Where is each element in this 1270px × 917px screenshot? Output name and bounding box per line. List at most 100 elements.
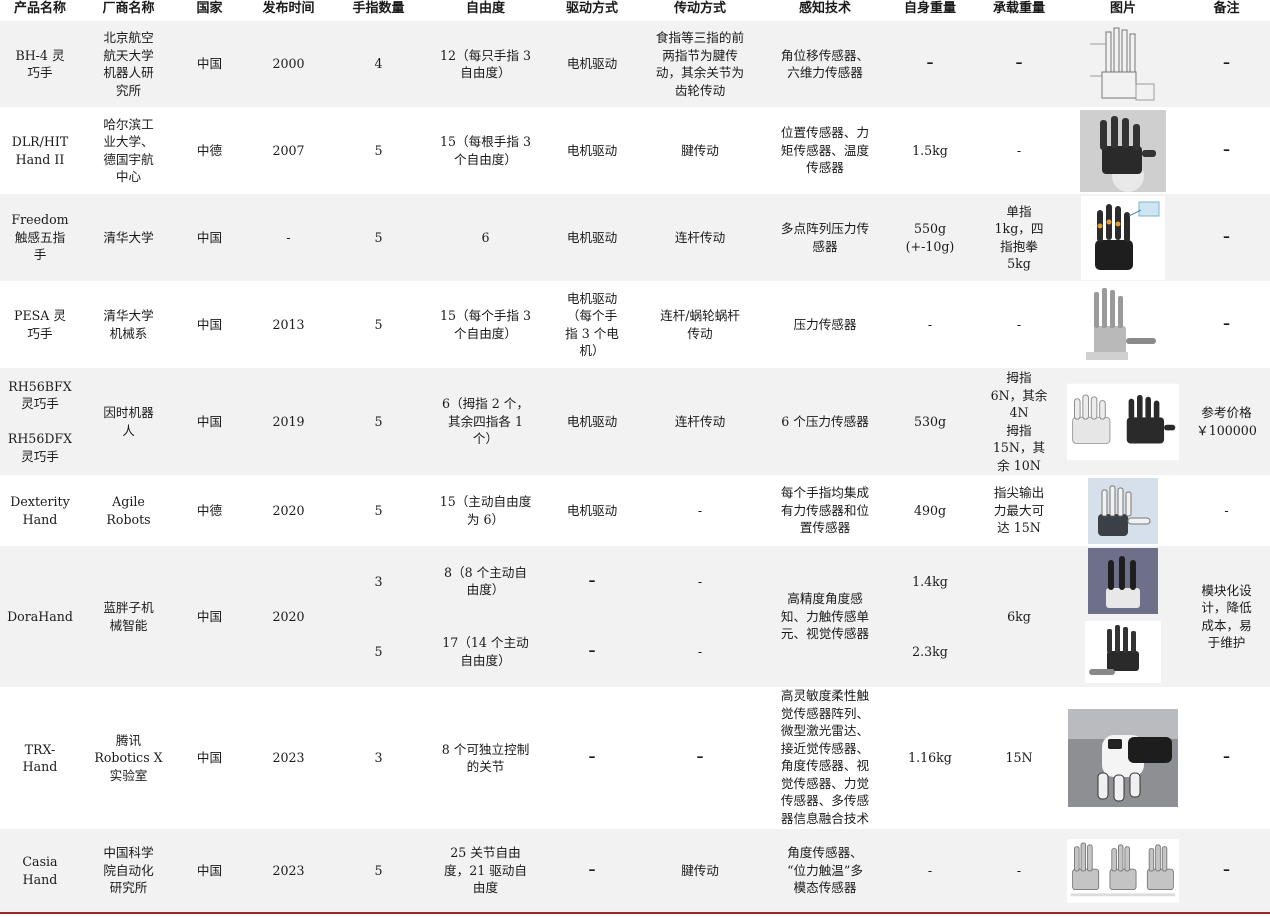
table-row: DLR/HIT Hand II 哈尔滨工 业大学、 德国宇航 中心 中德 200…: [0, 107, 1270, 194]
cell-weight-b: 2.3kg: [912, 644, 948, 659]
header-drive: 驱动方式: [565, 1, 618, 16]
cell-image: [1063, 194, 1183, 281]
cell-note: –: [1223, 55, 1230, 72]
cell-fingers: 5: [374, 316, 383, 332]
header-country: 国家: [196, 1, 223, 16]
cell-image: [1063, 475, 1183, 546]
cell-year: 2023: [272, 750, 305, 766]
cell-country: 中国: [196, 608, 223, 624]
cell-weight: 530g: [913, 413, 947, 429]
cell-fingers: 5: [374, 229, 383, 245]
cell-drive: 电机驱动: [566, 229, 618, 245]
table-row: DoraHand 蓝胖子机 械智能 中国 2020 3 5 8（8 个主动自 由…: [0, 546, 1270, 687]
cell-year: 2020: [272, 608, 305, 624]
cell-sensing: 位置传感器、力 矩传感器、温度 传感器: [780, 125, 870, 176]
cell-sensing: 每个手指均集成 有力传感器和位 置传感器: [780, 485, 870, 536]
cell-drive-b: –: [588, 643, 596, 659]
cell-maker: 因时机器 人: [103, 405, 154, 438]
cell-sensing: 角度传感器、 “位力触温”多 模态传感器: [787, 845, 863, 896]
cell-fingers: 5: [374, 142, 383, 158]
header-year: 发布时间: [262, 1, 315, 16]
header-transmission: 传动方式: [673, 1, 726, 16]
cell-image: [1063, 687, 1183, 829]
cell-drive: –: [588, 861, 596, 878]
cell-sensing: 压力传感器: [793, 316, 857, 332]
cell-note: –: [1223, 228, 1230, 245]
cell-drive: 电机驱动: [566, 413, 618, 429]
cell-fingers: 3 5: [335, 546, 422, 687]
cell-dof-b: 17（14 个主动 自由度）: [442, 635, 529, 668]
cell-weight: -: [927, 316, 933, 332]
header-note: 备注: [1213, 1, 1240, 16]
cell-load: -: [1016, 142, 1022, 158]
table-row: Dexterity Hand Agile Robots 中德 2020 5 15…: [0, 475, 1270, 546]
cell-load: –: [1015, 55, 1023, 72]
cell-note: 参考价格 ￥100000: [1196, 405, 1257, 438]
cell-sensing: 高灵敏度柔性触 觉传感器阵列、 微型激光雷达、 接近觉传感器、 角度传感器、视 …: [780, 688, 870, 826]
cell-note: –: [1223, 861, 1230, 878]
cell-weight: 1.4kg 2.3kg: [885, 546, 975, 687]
cell-drive: 电机驱动: [566, 502, 618, 518]
cell-transmission: 食指等三指的前 两指节为腱传 动，其余关节为 齿轮传动: [655, 30, 745, 98]
cell-product: DLR/HIT Hand II: [11, 134, 69, 167]
cell-sensing: 角位移传感器、 六维力传感器: [780, 47, 870, 81]
cell-weight: –: [926, 55, 934, 72]
cell-country: 中国: [196, 56, 223, 72]
cell-year: -: [286, 229, 291, 245]
table-row: RH56BFX 灵巧手 RH56DFX 灵巧手 因时机器 人 中国 2019 5…: [0, 368, 1270, 475]
cell-country: 中国: [196, 229, 223, 245]
cell-load: 拇指 6N，其余 4N 拇指 15N，其 余 10N: [990, 370, 1048, 473]
cell-drive: 电机驱动 （每个手 指 3 个电 机）: [565, 290, 619, 359]
cell-image: [1063, 829, 1183, 912]
cell-note: -: [1224, 502, 1229, 518]
cell-maker: 清华大学 机械系: [103, 308, 154, 341]
cell-country: 中德: [196, 502, 223, 518]
cell-fingers: 4: [374, 56, 383, 72]
cell-fingers-b: 5: [374, 644, 383, 659]
drawing-icon: [1067, 21, 1179, 107]
cell-product: BH-4 灵 巧手: [15, 47, 65, 81]
cell-year: 2020: [272, 502, 305, 518]
cell-image: [1063, 281, 1183, 368]
cell-trans-b: -: [697, 644, 703, 659]
cell-note: –: [1223, 749, 1230, 766]
header-load: 承载重量: [992, 1, 1045, 16]
cell-transmission: -: [697, 502, 703, 518]
cell-year: 2023: [272, 862, 305, 878]
table-row: BH-4 灵 巧手 北京航空 航天大学 机器人研 究所 中国 2000 4 12…: [0, 21, 1270, 107]
header-fingers: 手指数量: [352, 1, 405, 16]
cell-product: Freedom 触感五指 手: [11, 212, 69, 263]
cell-load: 6kg: [1007, 608, 1031, 624]
cell-load: 指尖输出 力最大可 达 15N: [993, 485, 1045, 536]
robot-hand-photo-icon: [1067, 687, 1179, 829]
cell-dof: 12（每只手指 3 自由度）: [439, 47, 531, 81]
header-image: 图片: [1109, 1, 1136, 16]
cell-transmission: 连杆传动: [674, 413, 726, 429]
cell-dof: 25 关节自由 度，21 驱动自 由度: [444, 845, 527, 896]
cell-dof: 15（每个手指 3 个自由度）: [439, 308, 531, 341]
cell-drive: 电机驱动: [566, 56, 618, 72]
cell-transmission: - -: [635, 546, 765, 687]
cell-transmission: 连杆传动: [674, 229, 726, 245]
cell-fingers: 5: [374, 862, 383, 878]
cell-load: 15N: [1005, 750, 1033, 766]
drive-split: – –: [589, 546, 596, 687]
cell-maker: 北京航空 航天大学 机器人研 究所: [103, 30, 154, 98]
cell-transmission: –: [696, 749, 704, 766]
cell-image: [1063, 107, 1183, 194]
table-row: TRX- Hand 腾讯 Robotics X 实验室 中国 2023 3 8 …: [0, 687, 1270, 829]
robot-hand-photo-icon: [1067, 194, 1179, 281]
cell-drive: –: [588, 749, 596, 766]
cell-product: Casia Hand: [22, 854, 58, 887]
cell-year: 2007: [272, 142, 305, 158]
cell-sensing: 高精度角度感 知、力触传感单 元、视觉传感器: [780, 591, 870, 642]
cell-dof-a: 8（8 个主动自 由度）: [444, 564, 527, 598]
cell-maker: 中国科学 院自动化 研究所: [103, 845, 154, 896]
header-sensing: 感知技术: [798, 1, 851, 16]
cell-transmission: 连杆/蜗轮蜗杆 传动: [660, 308, 740, 341]
cell-trans-a: -: [697, 573, 703, 589]
cell-drive: 电机驱动: [566, 142, 618, 158]
cell-transmission: 腱传动: [681, 142, 719, 158]
robot-hand-photo-icon: [1067, 281, 1179, 368]
cell-note: –: [1223, 315, 1230, 332]
